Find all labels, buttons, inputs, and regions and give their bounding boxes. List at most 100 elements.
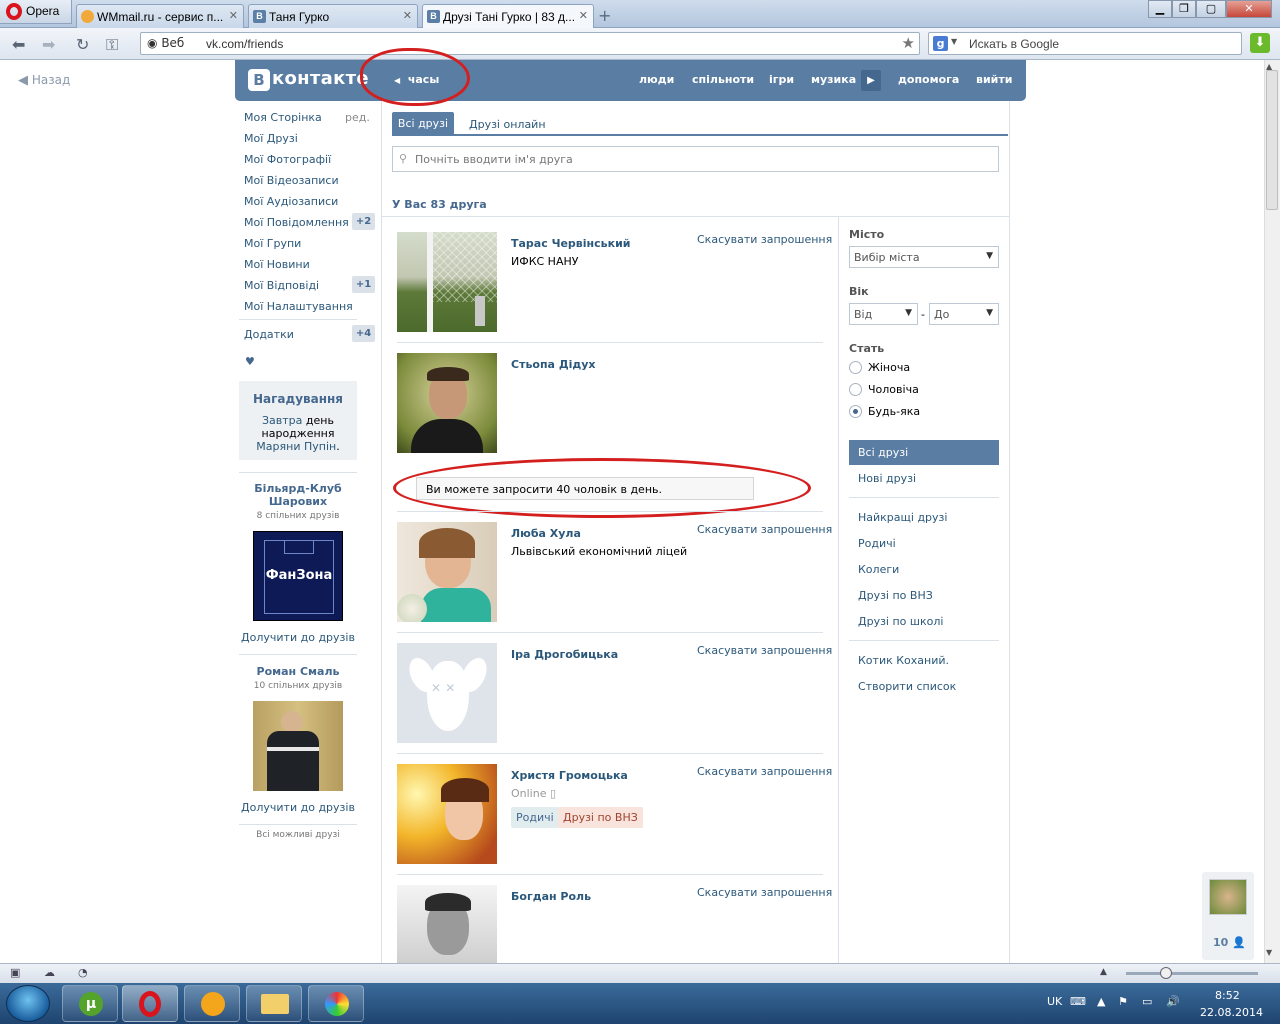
answers-count-badge[interactable]: +1 bbox=[352, 276, 375, 293]
close-tab-icon[interactable]: ✕ bbox=[229, 9, 238, 22]
scroll-down-icon[interactable]: ▼ bbox=[1266, 948, 1272, 957]
key-icon[interactable]: ⚿ bbox=[106, 35, 118, 55]
browser-tab[interactable]: B Таня Гурко ✕ bbox=[248, 4, 418, 28]
list-custom[interactable]: Котик Коханий. bbox=[858, 654, 949, 667]
list-colleagues[interactable]: Колеги bbox=[858, 563, 899, 576]
friend-name[interactable]: Богдан Роль bbox=[511, 890, 591, 903]
menu-my-groups[interactable]: Мої Групи bbox=[244, 237, 301, 250]
close-window-icon[interactable]: ✕ bbox=[1226, 0, 1272, 18]
radio-any-label[interactable]: Будь-яка bbox=[868, 405, 920, 418]
language-indicator[interactable]: UK bbox=[1047, 995, 1062, 1008]
vk-logo-text[interactable]: контакте bbox=[272, 68, 369, 89]
panel-toggle-icon[interactable]: ▣ bbox=[10, 966, 20, 979]
search-engine-field[interactable]: g ▼ Искать в Google bbox=[928, 32, 1242, 55]
forward-arrow-icon[interactable]: ➡ bbox=[42, 35, 55, 54]
play-icon[interactable]: ▶ bbox=[861, 70, 881, 91]
friend-photo[interactable] bbox=[397, 232, 497, 332]
cancel-request-link[interactable]: Скасувати запрошення bbox=[697, 233, 832, 246]
radio-male[interactable] bbox=[849, 383, 862, 396]
friend-name[interactable]: Христя Громоцька bbox=[511, 769, 628, 782]
cancel-request-link[interactable]: Скасувати запрошення bbox=[697, 765, 832, 778]
all-possible-friends-link[interactable]: Всі можливі друзі bbox=[239, 830, 357, 840]
friend-name[interactable]: Іра Дрогобицька bbox=[511, 648, 618, 661]
zoom-slider-track[interactable] bbox=[1126, 972, 1258, 975]
network-icon[interactable]: ▭ bbox=[1142, 995, 1152, 1008]
chevron-down-icon[interactable]: ▼ bbox=[951, 37, 957, 46]
nav-help[interactable]: допомога bbox=[898, 73, 959, 86]
nav-games[interactable]: ігри bbox=[769, 73, 794, 86]
cancel-request-link[interactable]: Скасувати запрошення bbox=[697, 886, 832, 899]
friend-photo[interactable] bbox=[397, 885, 497, 963]
address-bar[interactable]: ◉ Веб vk.com/friends ★ bbox=[140, 32, 920, 55]
apps-count-badge[interactable]: +4 bbox=[352, 325, 375, 342]
zoom-slider-handle[interactable] bbox=[1160, 967, 1172, 979]
nav-logout[interactable]: вийти bbox=[976, 73, 1012, 86]
tag-relatives[interactable]: Родичі bbox=[511, 807, 559, 828]
menu-my-page[interactable]: Моя Сторінка bbox=[244, 111, 322, 124]
list-relatives[interactable]: Родичі bbox=[858, 537, 896, 550]
opera-menu-button[interactable]: Opera bbox=[0, 0, 72, 24]
vk-logo-icon[interactable]: В bbox=[248, 69, 270, 91]
friend-photo[interactable] bbox=[397, 353, 497, 453]
friend-search-input[interactable]: ⚲ Почніть вводити ім'я друга bbox=[392, 146, 999, 172]
add-friend-link[interactable]: Долучити до друзів bbox=[239, 801, 357, 814]
list-all-friends[interactable]: Всі друзі bbox=[849, 440, 999, 465]
url-text[interactable]: vk.com/friends bbox=[206, 37, 283, 51]
menu-my-videos[interactable]: Мої Відеозаписи bbox=[244, 174, 339, 187]
opera-taskbar-icon[interactable] bbox=[122, 985, 178, 1022]
new-tab-icon[interactable]: + bbox=[598, 6, 611, 25]
list-school-friends[interactable]: Друзі по школі bbox=[858, 615, 943, 628]
explorer-taskbar-icon[interactable] bbox=[246, 985, 302, 1022]
keyboard-icon[interactable]: ⌨ bbox=[1070, 995, 1086, 1008]
menu-my-settings[interactable]: Мої Налаштування bbox=[244, 300, 353, 313]
cancel-request-link[interactable]: Скасувати запрошення bbox=[697, 523, 832, 536]
suggestion-name[interactable]: Роман Смаль bbox=[239, 665, 357, 678]
add-friend-link[interactable]: Долучити до друзів bbox=[239, 631, 357, 644]
cloud-icon[interactable]: ☁ bbox=[44, 966, 55, 979]
suggestion-photo[interactable]: ФанЗона bbox=[253, 531, 343, 621]
nav-communities[interactable]: спільноти bbox=[692, 73, 754, 86]
list-best-friends[interactable]: Найкращі друзі bbox=[858, 511, 947, 524]
tab-all-friends[interactable]: Всі друзі bbox=[392, 112, 454, 135]
friend-mini-avatar[interactable] bbox=[1209, 879, 1247, 915]
browser-tab-active[interactable]: B Друзі Тані Гурко | 83 д... ✕ bbox=[422, 4, 594, 28]
cancel-request-link[interactable]: Скасувати запрошення bbox=[697, 644, 832, 657]
friend-name[interactable]: Тарас Червінський bbox=[511, 237, 631, 250]
windows-start-icon[interactable] bbox=[6, 985, 50, 1022]
tab-friends-online[interactable]: Друзі онлайн bbox=[469, 118, 546, 131]
aimp-taskbar-icon[interactable] bbox=[184, 985, 240, 1022]
age-to-select[interactable]: До ▼ bbox=[929, 303, 999, 325]
city-select[interactable]: Вибір міста ▼ bbox=[849, 246, 999, 268]
messages-count-badge[interactable]: +2 bbox=[352, 213, 375, 230]
close-tab-icon[interactable]: ✕ bbox=[579, 9, 588, 22]
reload-icon[interactable]: ↻ bbox=[76, 35, 89, 54]
radio-female[interactable] bbox=[849, 361, 862, 374]
reminder-tomorrow-link[interactable]: Завтра bbox=[262, 414, 302, 427]
menu-my-audio[interactable]: Мої Аудіозаписи bbox=[244, 195, 338, 208]
heart-icon[interactable]: ♥ bbox=[245, 355, 255, 368]
tab-list-icon[interactable]: ▢ bbox=[1196, 0, 1226, 18]
list-new-friends[interactable]: Нові друзі bbox=[858, 472, 916, 485]
tag-university[interactable]: Друзі по ВНЗ bbox=[558, 807, 643, 828]
scrollbar-thumb[interactable] bbox=[1266, 70, 1278, 210]
clock-date[interactable]: 22.08.2014 bbox=[1200, 1006, 1263, 1019]
suggestion-name[interactable]: Більярд-Клуб Шарових bbox=[239, 482, 357, 508]
create-list-link[interactable]: Створити список bbox=[858, 680, 956, 693]
list-university-friends[interactable]: Друзі по ВНЗ bbox=[858, 589, 933, 602]
minimize-icon[interactable]: ▁ bbox=[1148, 0, 1172, 18]
tray-expand-icon[interactable]: ▲ bbox=[1097, 995, 1105, 1008]
menu-edit-link[interactable]: ред. bbox=[345, 111, 370, 124]
back-link[interactable]: ◀ Назад bbox=[18, 73, 70, 88]
flag-icon[interactable]: ⚑ bbox=[1118, 995, 1128, 1008]
bookmark-star-icon[interactable]: ★ bbox=[902, 34, 915, 52]
radio-male-label[interactable]: Чоловіча bbox=[868, 383, 919, 396]
back-arrow-icon[interactable]: ⬅ bbox=[12, 35, 25, 54]
turbo-icon[interactable]: ◔ bbox=[78, 966, 88, 979]
menu-my-friends[interactable]: Мої Друзі bbox=[244, 132, 298, 145]
friend-photo[interactable] bbox=[397, 522, 497, 622]
browser-tab[interactable]: WMmail.ru - сервис п... ✕ bbox=[76, 4, 244, 28]
reminder-name-link[interactable]: Маряни Пупін bbox=[256, 440, 336, 453]
default-avatar-icon[interactable]: ✕ ✕ bbox=[397, 643, 497, 743]
menu-my-messages[interactable]: Мої Повідомлення bbox=[244, 216, 349, 229]
menu-my-news[interactable]: Мої Новини bbox=[244, 258, 310, 271]
